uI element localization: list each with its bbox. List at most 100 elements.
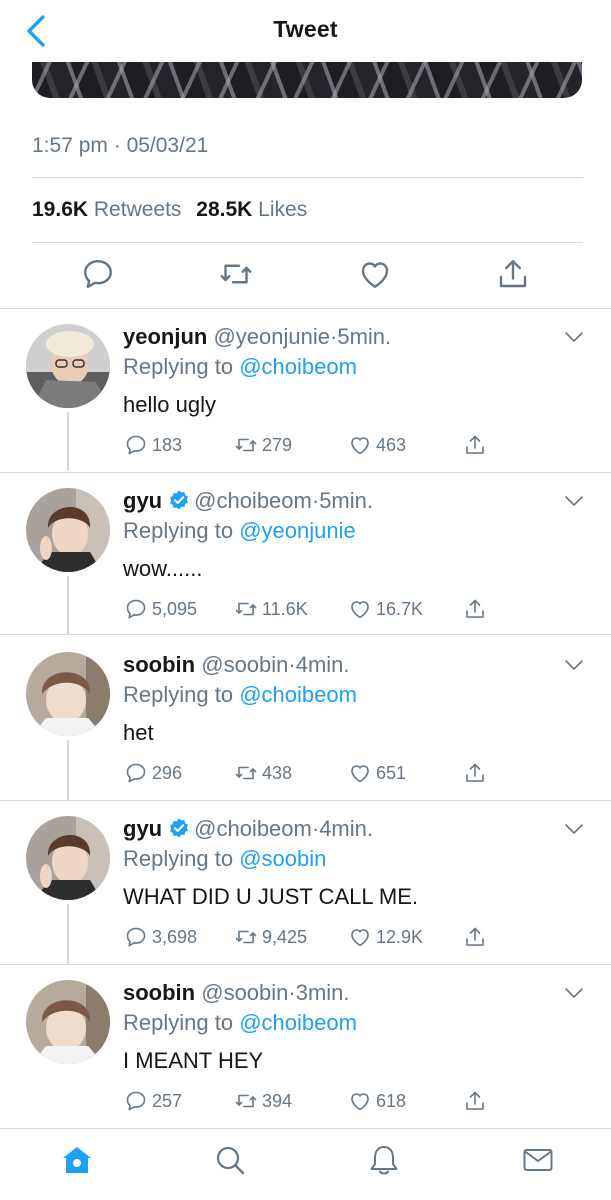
heart-icon — [351, 929, 369, 947]
reply-tweet[interactable]: gyu @choibeom·4min. Replying to @soobin W… — [0, 800, 611, 964]
user-handle[interactable]: @choibeom — [194, 816, 312, 841]
reply-text: hello ugly — [123, 392, 216, 417]
reply-time: 4min. — [295, 652, 350, 677]
avatar[interactable] — [26, 816, 110, 900]
retweet-icon — [235, 766, 257, 780]
tab-home[interactable] — [60, 1143, 94, 1177]
mention-link[interactable]: @choibeom — [239, 1010, 357, 1035]
chevron-down-icon[interactable] — [563, 658, 585, 672]
tweet-date: 05/03/21 — [126, 134, 209, 157]
like-count-button[interactable]: 651 — [348, 760, 406, 786]
reply-time: 3min. — [295, 980, 350, 1005]
display-name[interactable]: gyu — [123, 816, 162, 841]
reply-icon — [126, 435, 146, 455]
reply-time: 5min. — [337, 324, 392, 349]
share-button[interactable] — [463, 1088, 487, 1114]
retweets-stat[interactable]: 19.6K Retweets — [32, 198, 181, 221]
retweet-count-button[interactable]: 438 — [234, 760, 292, 786]
mention-link[interactable]: @choibeom — [239, 354, 357, 379]
heart-icon — [351, 765, 369, 783]
likes-label: Likes — [258, 198, 308, 221]
reply-count-button[interactable]: 257 — [124, 1088, 182, 1114]
likes-count: 28.5K — [196, 198, 253, 221]
retweets-count: 19.6K — [32, 198, 89, 221]
divider — [0, 800, 611, 801]
thread-line — [67, 576, 69, 634]
retweet-count-button[interactable]: 9,425 — [234, 924, 307, 950]
reply-header: gyu @choibeom·5min. — [123, 488, 373, 514]
chevron-down-icon[interactable] — [563, 986, 585, 1000]
share-button[interactable] — [463, 760, 487, 786]
avatar[interactable] — [26, 652, 110, 736]
avatar-photo — [26, 816, 110, 900]
like-count-button[interactable]: 463 — [348, 432, 406, 458]
reply-count: 257 — [152, 1090, 183, 1111]
retweet-icon — [235, 1094, 257, 1108]
replying-prefix: Replying to — [123, 1010, 234, 1035]
avatar[interactable] — [26, 488, 110, 572]
reply-count-button[interactable]: 3,698 — [124, 924, 197, 950]
user-handle[interactable]: @soobin — [201, 652, 288, 677]
chevron-down-icon[interactable] — [563, 494, 585, 508]
share-button[interactable] — [495, 256, 531, 292]
tweet-time: 1:57 pm — [32, 134, 108, 157]
chevron-down-icon[interactable] — [563, 822, 585, 836]
home-icon — [63, 1147, 91, 1173]
reply-tweet[interactable]: soobin @soobin·4min. Replying to @choibe… — [0, 634, 611, 800]
avatar[interactable] — [26, 980, 110, 1064]
mention-link[interactable]: @soobin — [239, 846, 326, 871]
share-button[interactable] — [463, 596, 487, 622]
retweet-count-button[interactable]: 279 — [234, 432, 292, 458]
tweet-stats: 19.6K Retweets 28.5K Likes — [32, 198, 307, 222]
reply-count-button[interactable]: 296 — [124, 760, 182, 786]
divider — [0, 964, 611, 965]
avatar-photo — [26, 652, 110, 736]
tweet-media-image[interactable] — [32, 62, 582, 98]
display-name[interactable]: soobin — [123, 652, 195, 677]
like-count: 16.7K — [376, 598, 424, 619]
replying-to: Replying to @choibeom — [123, 1010, 357, 1036]
display-name[interactable]: yeonjun — [123, 324, 207, 349]
replying-prefix: Replying to — [123, 518, 234, 543]
share-button[interactable] — [463, 432, 487, 458]
retweet-count-button[interactable]: 394 — [234, 1088, 292, 1114]
retweet-button[interactable] — [218, 256, 254, 292]
divider — [32, 242, 583, 243]
user-handle[interactable]: @yeonjunie — [213, 324, 330, 349]
display-name[interactable]: soobin — [123, 980, 195, 1005]
likes-stat[interactable]: 28.5K Likes — [196, 198, 307, 221]
like-button[interactable] — [357, 256, 393, 292]
reply-tweet[interactable]: soobin @soobin·3min. Replying to @choibe… — [0, 964, 611, 1126]
divider — [0, 308, 611, 309]
reply-header: gyu @choibeom·4min. — [123, 816, 373, 842]
mention-link[interactable]: @yeonjunie — [239, 518, 356, 543]
reply-header: yeonjun @yeonjunie·5min. — [123, 324, 391, 350]
retweet-icon — [235, 602, 257, 616]
like-count-button[interactable]: 12.9K — [348, 924, 423, 950]
mention-link[interactable]: @choibeom — [239, 682, 357, 707]
tab-notifications[interactable] — [367, 1143, 401, 1177]
reply-count-button[interactable]: 5,095 — [124, 596, 197, 622]
user-handle[interactable]: @choibeom — [194, 488, 312, 513]
reply-tweet[interactable]: gyu @choibeom·5min. Replying to @yeonjuni… — [0, 472, 611, 634]
display-name[interactable]: gyu — [123, 488, 162, 513]
user-handle[interactable]: @soobin — [201, 980, 288, 1005]
heart-icon — [361, 262, 389, 288]
heart-icon — [351, 601, 369, 619]
reply-tweet[interactable]: yeonjun @yeonjunie·5min. Replying to @ch… — [0, 310, 611, 470]
share-icon — [466, 763, 484, 782]
retweet-count-button[interactable]: 11.6K — [234, 596, 308, 622]
reply-count: 296 — [152, 762, 183, 783]
tab-search[interactable] — [213, 1143, 247, 1177]
tab-messages[interactable] — [521, 1143, 555, 1177]
like-count: 618 — [376, 1090, 407, 1111]
share-button[interactable] — [463, 924, 487, 950]
reply-button[interactable] — [80, 256, 116, 292]
divider — [0, 634, 611, 635]
reply-count-button[interactable]: 183 — [124, 432, 182, 458]
avatar[interactable] — [26, 324, 110, 408]
like-count-button[interactable]: 16.7K — [348, 596, 423, 622]
chevron-down-icon[interactable] — [563, 330, 585, 344]
share-icon — [466, 927, 484, 946]
like-count-button[interactable]: 618 — [348, 1088, 406, 1114]
